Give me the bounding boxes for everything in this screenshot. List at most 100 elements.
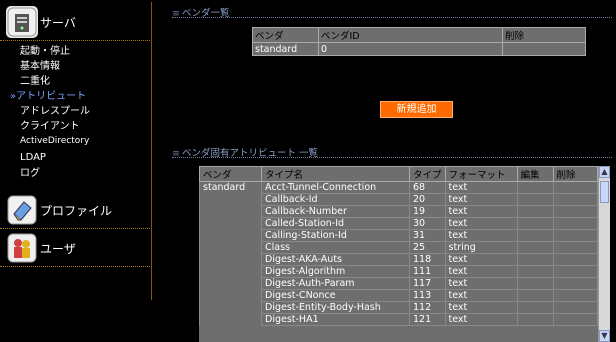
- scroll-thumb[interactable]: [600, 181, 609, 203]
- add-new-button[interactable]: 新規追加: [380, 101, 453, 118]
- sidebar-item-address-pool[interactable]: アドレスプール: [20, 104, 90, 119]
- table-row[interactable]: Digest-HA1 121 text: [199, 313, 599, 326]
- delete-cell[interactable]: [552, 253, 599, 266]
- vendor-table: ベンダ ベンダID 削除 standard 0: [252, 27, 586, 56]
- vendor-name-cell[interactable]: standard: [252, 42, 319, 56]
- edit-cell[interactable]: [516, 277, 554, 290]
- table-row[interactable]: Digest-Algorithm 111 text: [199, 265, 599, 278]
- vendor-title-rule: [172, 17, 612, 18]
- col-header-vendor: ベンダ: [199, 166, 262, 182]
- scroll-down-icon[interactable]: ▼: [599, 330, 610, 342]
- format-cell: text: [444, 277, 518, 290]
- delete-cell[interactable]: [552, 193, 599, 206]
- edit-cell[interactable]: [516, 193, 554, 206]
- profile-icon: [6, 194, 38, 226]
- type-cell: 30: [409, 217, 446, 230]
- vendor-cell: [199, 253, 262, 266]
- table-row[interactable]: Called-Station-Id 30 text: [199, 217, 599, 230]
- type-name-cell: Calling-Station-Id: [261, 229, 410, 242]
- type-cell: 68: [409, 181, 446, 194]
- col-header-format: フォーマット: [444, 166, 518, 182]
- table-row[interactable]: Calling-Station-Id 31 text: [199, 229, 599, 242]
- delete-cell[interactable]: [552, 289, 599, 302]
- sidebar-item-redundancy[interactable]: 二重化: [20, 74, 50, 89]
- type-cell: 112: [409, 301, 446, 314]
- type-cell: 111: [409, 265, 446, 278]
- col-header-edit: 編集: [516, 166, 554, 182]
- attribute-table: ベンダ タイプ名 タイプ フォーマット 編集 削除 standard Acct-T…: [199, 166, 599, 326]
- vertical-scrollbar[interactable]: ▲ ▼: [598, 166, 610, 342]
- table-row[interactable]: Class 25 string: [199, 241, 599, 254]
- delete-cell[interactable]: [552, 217, 599, 230]
- sidebar-item-attribute[interactable]: »アトリビュート: [10, 89, 86, 104]
- delete-cell[interactable]: [552, 301, 599, 314]
- delete-cell[interactable]: [552, 205, 599, 218]
- type-name-cell: Callback-Number: [261, 205, 410, 218]
- table-row[interactable]: standard Acct-Tunnel-Connection 68 text: [199, 181, 599, 194]
- sidebar-item-activedirectory[interactable]: ActiveDirectory: [20, 134, 89, 149]
- table-row[interactable]: standard 0: [252, 42, 586, 56]
- format-cell: text: [444, 301, 518, 314]
- edit-cell[interactable]: [516, 241, 554, 254]
- sidebar-item-basic-info[interactable]: 基本情報: [20, 59, 60, 74]
- vendor-table-header: ベンダ ベンダID 削除: [252, 27, 586, 43]
- scroll-up-icon[interactable]: ▲: [599, 166, 610, 178]
- type-cell: 19: [409, 205, 446, 218]
- delete-cell[interactable]: [552, 181, 599, 194]
- edit-cell[interactable]: [516, 301, 554, 314]
- format-cell: text: [444, 229, 518, 242]
- attribute-table-body: standard Acct-Tunnel-Connection 68 text Call…: [199, 181, 599, 326]
- col-header-delete: 削除: [502, 27, 586, 43]
- user-section-header[interactable]: ユーザ: [6, 232, 76, 264]
- sidebar-item-log[interactable]: ログ: [20, 166, 40, 181]
- edit-cell[interactable]: [516, 313, 554, 326]
- col-header-type: タイプ: [409, 166, 446, 182]
- table-row[interactable]: Callback-Number 19 text: [199, 205, 599, 218]
- format-cell: text: [444, 181, 518, 194]
- vendor-cell: [199, 193, 262, 206]
- user-icon: [6, 232, 38, 264]
- edit-cell[interactable]: [516, 181, 554, 194]
- edit-cell[interactable]: [516, 229, 554, 242]
- col-header-vendor-id: ベンダID: [318, 27, 503, 43]
- user-label: ユーザ: [40, 241, 76, 256]
- edit-cell[interactable]: [516, 289, 554, 302]
- type-name-cell: Digest-HA1: [261, 313, 410, 326]
- sidebar-item-start-stop[interactable]: 起動・停止: [20, 44, 70, 59]
- format-cell: text: [444, 265, 518, 278]
- profile-section-header[interactable]: プロファイル: [6, 194, 112, 226]
- delete-cell[interactable]: [552, 277, 599, 290]
- profile-underline: [0, 227, 150, 229]
- sidebar-item-ldap[interactable]: LDAP: [20, 150, 46, 165]
- type-cell: 117: [409, 277, 446, 290]
- server-label: サーバ: [40, 15, 76, 30]
- format-cell: text: [444, 313, 518, 326]
- format-cell: string: [444, 241, 518, 254]
- delete-cell[interactable]: [552, 229, 599, 242]
- vendor-cell: [199, 289, 262, 302]
- type-name-cell: Digest-AKA-Auts: [261, 253, 410, 266]
- vendor-cell: [199, 229, 262, 242]
- table-row[interactable]: Callback-Id 20 text: [199, 193, 599, 206]
- server-section-header[interactable]: サーバ: [6, 6, 76, 38]
- table-row[interactable]: Digest-Auth-Param 117 text: [199, 277, 599, 290]
- table-row[interactable]: Digest-CNonce 113 text: [199, 289, 599, 302]
- edit-cell[interactable]: [516, 265, 554, 278]
- sidebar-item-client[interactable]: クライアント: [20, 119, 80, 134]
- format-cell: text: [444, 193, 518, 206]
- delete-cell[interactable]: [552, 313, 599, 326]
- table-row[interactable]: Digest-AKA-Auts 118 text: [199, 253, 599, 266]
- delete-cell[interactable]: [552, 265, 599, 278]
- sidebar-item-attribute-label: アトリビュート: [16, 91, 87, 102]
- attribute-table-container[interactable]: ベンダ タイプ名 タイプ フォーマット 編集 削除 standard Acct-T…: [199, 166, 610, 342]
- edit-cell[interactable]: [516, 253, 554, 266]
- type-name-cell: Called-Station-Id: [261, 217, 410, 230]
- vendor-cell: [199, 265, 262, 278]
- vendor-delete-cell[interactable]: [502, 42, 586, 56]
- col-header-type-name: タイプ名: [261, 166, 410, 182]
- type-name-cell: Callback-Id: [261, 193, 410, 206]
- table-row[interactable]: Digest-Entity-Body-Hash 112 text: [199, 301, 599, 314]
- edit-cell[interactable]: [516, 205, 554, 218]
- delete-cell[interactable]: [552, 241, 599, 254]
- edit-cell[interactable]: [516, 217, 554, 230]
